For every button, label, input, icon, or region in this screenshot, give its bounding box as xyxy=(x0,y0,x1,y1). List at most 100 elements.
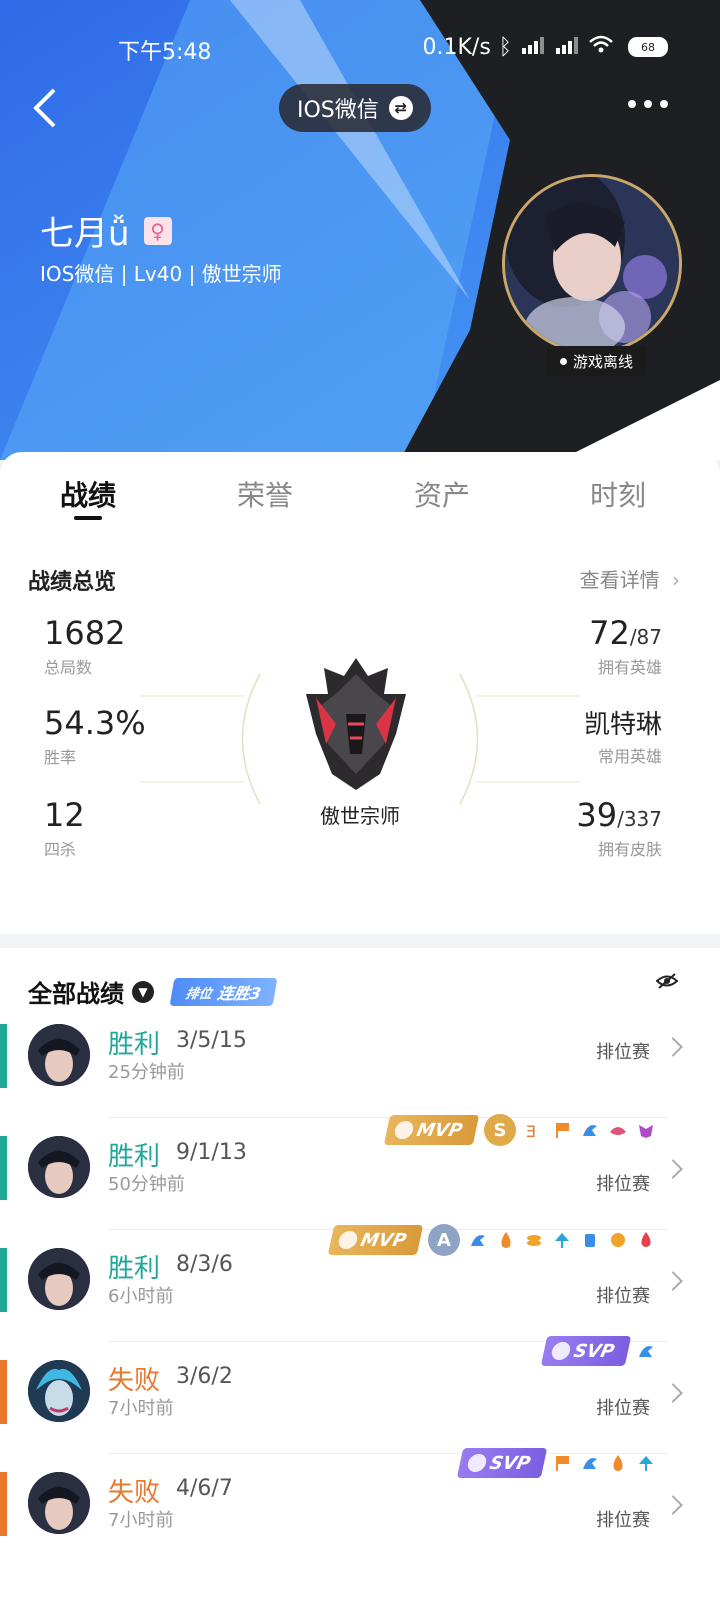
match-row[interactable]: 失败 3/6/2 7小时前 SVP 排位赛 xyxy=(0,1336,720,1454)
active-tab-indicator xyxy=(74,516,102,520)
match-result: 失败 xyxy=(108,1366,161,1396)
match-mode: 排位赛 xyxy=(596,1510,650,1531)
fire-icon xyxy=(613,1455,623,1471)
loss-indicator xyxy=(0,1360,7,1424)
hero-avatar xyxy=(28,1136,90,1198)
more-dot-icon xyxy=(628,100,636,108)
record-overview: 战绩总览 查看详情 › 1682 总局数 54.3% 胜率 12 四杀 72/8… xyxy=(0,544,720,934)
player-avatar[interactable] xyxy=(502,174,682,354)
armor-icon xyxy=(585,1234,595,1247)
tab-honor[interactable]: 荣誉 xyxy=(205,474,325,514)
hero-avatar xyxy=(28,1024,90,1086)
hero-avatar xyxy=(28,1248,90,1310)
coin-icon xyxy=(337,1231,359,1249)
hero-avatar xyxy=(28,1472,90,1534)
triple-kill-icon: Ǝ xyxy=(526,1122,536,1140)
eye-slash-icon xyxy=(655,973,679,989)
streak-label: 连胜3 xyxy=(216,983,263,1003)
chevron-left-icon xyxy=(33,88,56,128)
match-kda: 3/5/15 xyxy=(176,1028,247,1053)
tree-icon xyxy=(639,1456,653,1471)
profile-tabs: 战绩 荣誉 资产 时刻 xyxy=(0,452,720,545)
player-name-row: 七月ǚ ♀ xyxy=(40,206,172,255)
match-result: 胜利 xyxy=(108,1030,161,1060)
blood-icon xyxy=(641,1232,651,1247)
chevron-right-icon xyxy=(663,1383,683,1403)
tree-icon xyxy=(555,1233,569,1248)
stat-quadra-kills: 12 四杀 xyxy=(44,796,85,860)
account-switch-button[interactable]: IOS微信 ⇄ xyxy=(279,84,431,132)
more-dot-icon xyxy=(660,100,668,108)
win-indicator xyxy=(0,1248,7,1312)
coin-icon xyxy=(549,1342,572,1360)
svp-label: SVP xyxy=(571,1340,617,1362)
chevron-down-icon: ▼ xyxy=(132,980,154,1003)
coins-icon xyxy=(611,1233,625,1247)
match-kda: 9/1/13 xyxy=(176,1140,247,1165)
svp-label: SVP xyxy=(487,1452,533,1474)
lotus-icon xyxy=(610,1127,626,1135)
bluetooth-icon: ᛒ xyxy=(498,34,512,60)
avatar-portrait-image xyxy=(505,177,679,351)
view-details-link[interactable]: 查看详情 › xyxy=(580,564,680,593)
match-kda: 3/6/2 xyxy=(176,1364,233,1389)
chevron-right-icon xyxy=(663,1271,683,1291)
streak-rank-label: 排位 xyxy=(184,986,213,1001)
tab-record[interactable]: 战绩 xyxy=(28,474,148,514)
quadra-kills-label: 四杀 xyxy=(44,840,77,859)
fire-icon xyxy=(501,1232,511,1248)
match-badges: MVP S Ǝ xyxy=(383,1114,656,1146)
status-time: 下午5:48 xyxy=(118,40,212,65)
match-time: 25分钟前 xyxy=(108,1062,185,1083)
heroes-total: /87 xyxy=(629,625,662,649)
female-gender-icon: ♀ xyxy=(143,216,172,245)
online-status-badge: 游戏离线 xyxy=(546,346,648,376)
match-result: 胜利 xyxy=(108,1142,161,1172)
online-status-text: 游戏离线 xyxy=(573,352,634,371)
quadra-kills-value: 12 xyxy=(44,796,85,834)
match-mode: 排位赛 xyxy=(596,1286,650,1307)
match-kda: 8/3/6 xyxy=(176,1252,233,1277)
mvp-label: MVP xyxy=(358,1229,409,1251)
tab-moments[interactable]: 时刻 xyxy=(558,474,678,514)
chevron-right-icon: › xyxy=(672,568,680,592)
win-indicator xyxy=(0,1136,7,1200)
tower-icon xyxy=(639,1346,653,1357)
coin-icon xyxy=(393,1121,415,1139)
dragon-icon xyxy=(639,1125,653,1138)
status-bar: 下午5:48 0.1K/s ᛒ 68 xyxy=(0,34,720,68)
match-time: 6小时前 xyxy=(108,1286,174,1307)
match-mode: 排位赛 xyxy=(596,1042,650,1063)
svp-badge: SVP xyxy=(540,1336,632,1366)
match-kda: 4/6/7 xyxy=(176,1476,233,1501)
network-speed: 0.1K/s xyxy=(422,34,491,60)
records-filter[interactable]: 全部战绩 ▼ 排位 连胜3 xyxy=(28,974,278,1009)
match-row[interactable]: 胜利 9/1/13 50分钟前 MVP S Ǝ 排位赛 xyxy=(0,1114,720,1230)
status-dot-icon xyxy=(560,357,567,365)
win-streak-badge: 排位 连胜3 xyxy=(169,977,278,1006)
match-result: 失败 xyxy=(108,1478,161,1508)
signal-icon xyxy=(554,35,580,60)
hide-records-button[interactable] xyxy=(655,972,679,994)
gold-icon xyxy=(527,1235,541,1246)
more-button[interactable] xyxy=(628,100,668,108)
match-records: 全部战绩 ▼ 排位 连胜3 胜利 3/5/15 25分钟前 排位赛 胜利 9/1… xyxy=(0,948,720,1600)
chevron-right-icon xyxy=(663,1495,683,1515)
chevron-right-icon xyxy=(663,1159,683,1179)
battery-icon: 68 xyxy=(628,37,668,57)
tab-assets[interactable]: 资产 xyxy=(382,474,502,514)
back-button[interactable] xyxy=(28,86,68,130)
coin-icon xyxy=(465,1454,488,1472)
match-row[interactable]: 失败 4/6/7 7小时前 SVP 排位赛 xyxy=(0,1448,720,1566)
skins-owned-label: 拥有皮肤 xyxy=(597,840,662,859)
match-row[interactable]: 胜利 3/5/15 25分钟前 排位赛 xyxy=(0,1006,720,1118)
wifi-icon xyxy=(588,34,614,60)
mvp-label: MVP xyxy=(414,1119,465,1141)
rank-name: 傲世宗师 xyxy=(320,804,400,828)
match-badges: SVP xyxy=(540,1336,656,1366)
grade-badge: S xyxy=(484,1114,516,1146)
match-row[interactable]: 胜利 8/3/6 6小时前 MVP A 排位赛 xyxy=(0,1224,720,1342)
flag-icon xyxy=(556,1123,569,1138)
mvp-badge: MVP xyxy=(383,1115,480,1145)
hero-avatar xyxy=(28,1360,90,1422)
